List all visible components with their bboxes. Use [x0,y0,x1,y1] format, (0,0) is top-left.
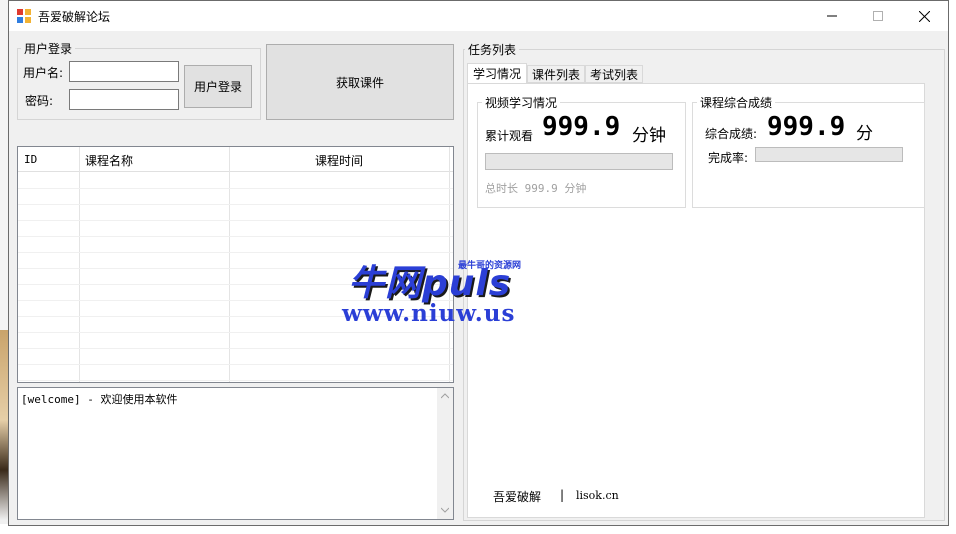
column-header-course-name[interactable]: 课程名称 [85,152,133,169]
minimize-icon [827,15,837,17]
login-button[interactable]: 用户登录 [184,65,252,108]
login-group-title: 用户登录 [21,40,76,57]
watch-progress-bar [485,153,673,170]
window-title: 吾爱破解论坛 [38,10,111,24]
column-header-id[interactable]: ID [24,153,37,166]
watermark: 牛网puls 最牛哥的资源网 www.niuw.us [340,256,540,334]
log-text: [welcome] - 欢迎使用本软件 [21,393,178,406]
close-button[interactable] [901,1,947,31]
video-study-title: 视频学习情况 [482,94,561,111]
close-icon [918,10,930,22]
password-input[interactable] [69,89,179,110]
minimize-button[interactable] [809,1,855,31]
score-label: 综合成绩: [705,127,758,141]
footer-left-link[interactable]: 吾爱破解 [493,488,541,505]
total-duration-text: 总时长 999.9 分钟 [485,182,587,195]
score-group-title: 课程综合成绩 [697,94,776,111]
password-label: 密码: [25,94,54,108]
watermark-tagline: 最牛哥的资源网 [458,261,522,271]
scroll-down-icon[interactable] [441,507,449,513]
score-value: 999.9 [767,112,846,142]
watched-value: 999.9 [542,112,621,142]
maximize-button[interactable] [855,1,901,31]
maximize-icon [873,11,883,21]
task-group-title: 任务列表 [465,41,520,58]
fetch-courses-button[interactable]: 获取课件 [266,44,454,120]
app-icon [17,9,31,23]
username-label: 用户名: [23,66,64,80]
score-unit: 分 [856,124,873,144]
footer-right-link[interactable]: lisok.cn [576,489,619,502]
tab-exam-list[interactable]: 考试列表 [585,65,643,83]
log-scrollbar[interactable] [437,388,453,519]
watched-unit: 分钟 [632,126,666,146]
scroll-up-icon[interactable] [441,393,449,399]
log-textbox[interactable]: [welcome] - 欢迎使用本软件 [17,387,454,520]
footer-separator: | [560,488,565,502]
completion-progress-bar [755,147,903,162]
watermark-url: www.niuw.us [342,300,516,327]
watched-label: 累计观看 [485,129,534,143]
tab-courseware-list[interactable]: 课件列表 [527,65,585,83]
title-bar[interactable]: 吾爱破解论坛 [9,1,948,31]
tab-study-status[interactable]: 学习情况 [467,63,527,84]
completion-label: 完成率: [708,151,749,165]
grid-header: ID 课程名称 课程时间 [18,147,453,172]
column-header-course-time[interactable]: 课程时间 [315,152,363,169]
username-input[interactable] [69,61,179,82]
